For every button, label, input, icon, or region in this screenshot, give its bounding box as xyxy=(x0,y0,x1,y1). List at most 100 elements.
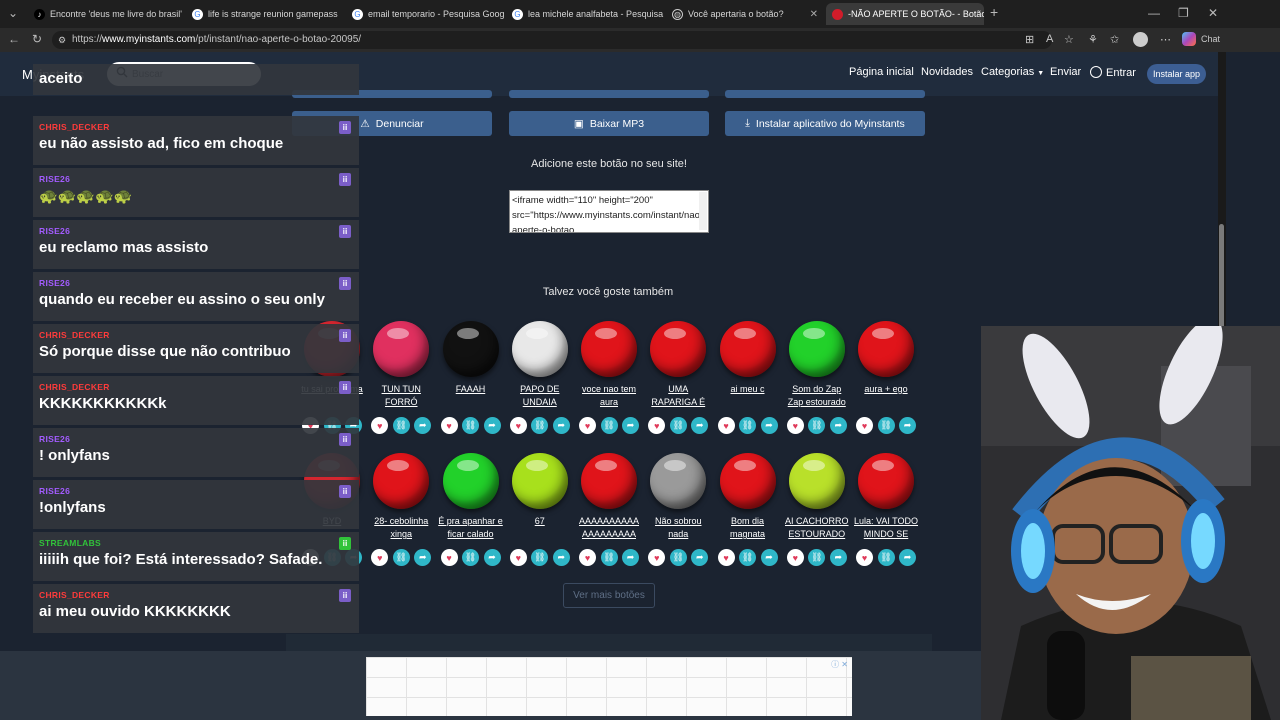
instant-label-link[interactable]: Som do Zap Zap estourado xyxy=(784,383,850,409)
share-icon[interactable]: ➦ xyxy=(414,417,432,434)
nav-login[interactable]: Entrar xyxy=(1090,66,1136,79)
more-buttons-button[interactable]: Ver mais botões xyxy=(563,583,655,608)
instant-sound-button[interactable] xyxy=(858,321,914,377)
instant-sound-button[interactable] xyxy=(581,453,637,509)
instant-sound-button[interactable] xyxy=(719,453,776,509)
share-icon[interactable]: ➦ xyxy=(899,549,916,566)
instant-label-link[interactable]: É pra apanhar e ficar calado xyxy=(438,515,504,541)
favorite-heart-icon[interactable]: ♥ xyxy=(717,549,735,566)
instant-sound-button[interactable] xyxy=(442,321,499,377)
favorite-heart-icon[interactable]: ♥ xyxy=(371,417,389,434)
instant-label-link[interactable]: TUN TUN FORRÓ xyxy=(368,383,434,409)
copy-link-icon[interactable]: ⛓ xyxy=(462,417,479,434)
favorite-heart-icon[interactable]: ♥ xyxy=(509,417,527,434)
copy-link-icon[interactable]: ⛓ xyxy=(877,549,895,566)
share-icon[interactable]: ➦ xyxy=(899,417,916,434)
profile-avatar[interactable] xyxy=(1133,32,1148,47)
share-icon[interactable]: ➦ xyxy=(829,549,847,566)
favorite-heart-icon[interactable]: ♥ xyxy=(717,417,735,434)
close-icon[interactable]: ✕ xyxy=(663,9,664,20)
copy-link-icon[interactable]: ⛓ xyxy=(462,549,479,566)
instant-label-link[interactable]: aura + ego xyxy=(853,383,919,396)
instant-sound-button[interactable] xyxy=(788,321,845,377)
read-aloud-icon[interactable]: A xyxy=(1046,33,1053,45)
favorite-heart-icon[interactable]: ♥ xyxy=(440,549,458,566)
share-icon[interactable]: ➦ xyxy=(483,549,501,566)
share-icon[interactable]: ➦ xyxy=(691,417,709,434)
textarea-scrollbar[interactable] xyxy=(699,192,707,230)
nav-new[interactable]: Novidades xyxy=(921,66,973,78)
ad-info-icon[interactable]: ⓘ ✕ xyxy=(831,659,848,670)
nav-submit[interactable]: Enviar xyxy=(1050,66,1081,78)
instant-label-link[interactable]: 67 xyxy=(507,515,573,528)
favorite-heart-icon[interactable]: ♥ xyxy=(648,549,666,566)
copy-link-icon[interactable]: ⛓ xyxy=(600,549,618,566)
browser-tab-active[interactable]: -NÃO APERTE O BOTÃO- - Botão d ✕ xyxy=(826,3,984,25)
download-mp3-button[interactable]: ▣ Baixar MP3 xyxy=(509,111,709,136)
browser-tab[interactable]: G lea michele analfabeta - Pesquisa ✕ xyxy=(506,3,664,25)
share-icon[interactable]: ➦ xyxy=(552,417,570,434)
app-available-icon[interactable]: ⊞ xyxy=(1025,33,1034,46)
copy-link-icon[interactable]: ⛓ xyxy=(531,549,549,566)
browser-tab[interactable]: G email temporario - Pesquisa Goog ✕ xyxy=(346,3,504,25)
copy-link-icon[interactable]: ⛓ xyxy=(392,417,410,434)
close-icon[interactable]: ✕ xyxy=(182,9,183,20)
favorite-heart-icon[interactable]: ♥ xyxy=(856,417,873,434)
back-icon[interactable]: ← xyxy=(8,32,20,46)
new-tab-icon[interactable]: + xyxy=(990,4,998,20)
instant-sound-button[interactable] xyxy=(442,453,499,509)
copy-link-icon[interactable]: ⛓ xyxy=(739,417,756,434)
minimize-icon[interactable]: — xyxy=(1148,6,1160,20)
share-icon[interactable]: ➦ xyxy=(414,549,432,566)
favorites-icon[interactable]: ✩ xyxy=(1110,33,1119,46)
instant-sound-button[interactable] xyxy=(373,321,430,377)
copilot-icon[interactable] xyxy=(1182,32,1196,46)
copy-link-icon[interactable]: ⛓ xyxy=(600,417,618,434)
instant-sound-button[interactable] xyxy=(858,453,914,509)
instant-label-link[interactable]: FAAAH xyxy=(438,383,504,396)
favorite-heart-icon[interactable]: ♥ xyxy=(579,549,596,566)
copy-link-icon[interactable]: ⛓ xyxy=(808,549,826,566)
favorite-heart-icon[interactable]: ♥ xyxy=(856,549,873,566)
favorite-heart-icon[interactable]: ♥ xyxy=(579,417,596,434)
browser-tab[interactable]: ♪ Encontre 'deus me livre do brasil' ✕ xyxy=(28,3,183,25)
embed-code-textarea[interactable]: <iframe width="110" height="200" src="ht… xyxy=(509,190,709,233)
favorite-heart-icon[interactable]: ♥ xyxy=(440,417,458,434)
instant-label-link[interactable]: voce nao tem aura xyxy=(576,383,642,409)
nav-home[interactable]: Página inicial xyxy=(849,66,914,78)
favorite-heart-icon[interactable]: ♥ xyxy=(786,549,804,566)
instant-label-link[interactable]: Não sobrou nada xyxy=(645,515,711,541)
copy-link-icon[interactable]: ⛓ xyxy=(531,417,549,434)
instant-sound-button[interactable] xyxy=(373,453,430,509)
close-window-icon[interactable]: ✕ xyxy=(1208,6,1218,20)
share-icon[interactable]: ➦ xyxy=(622,417,639,434)
share-icon[interactable]: ➦ xyxy=(691,549,709,566)
instant-label-link[interactable]: AI CACHORRO ESTOURADO xyxy=(784,515,850,541)
install-app-button[interactable]: Instalar app xyxy=(1147,64,1206,84)
favorite-heart-icon[interactable]: ♥ xyxy=(371,549,389,566)
copy-link-icon[interactable]: ⛓ xyxy=(877,417,895,434)
instant-sound-button[interactable] xyxy=(650,321,707,377)
instant-sound-button[interactable] xyxy=(511,321,568,377)
share-icon[interactable]: ➦ xyxy=(622,549,639,566)
copy-link-icon[interactable]: ⛓ xyxy=(808,417,826,434)
favorite-heart-icon[interactable]: ♥ xyxy=(509,549,527,566)
extensions-icon[interactable]: ⚘ xyxy=(1088,33,1098,46)
instant-label-link[interactable]: AAAAAAAAAA AAAAAAAAA xyxy=(576,515,642,541)
copy-link-icon[interactable]: ⛓ xyxy=(669,549,687,566)
more-menu-icon[interactable]: ⋯ xyxy=(1160,33,1171,46)
copy-link-icon[interactable]: ⛓ xyxy=(669,417,687,434)
nav-categories[interactable]: Categorias ▼ xyxy=(981,66,1044,78)
site-info-icon[interactable]: ⚙ xyxy=(58,31,66,49)
close-icon[interactable]: ✕ xyxy=(338,9,343,20)
copy-link-icon[interactable]: ⛓ xyxy=(392,549,410,566)
instant-sound-button[interactable] xyxy=(581,321,637,377)
instant-sound-button[interactable] xyxy=(719,321,776,377)
tab-list-icon[interactable]: ⌄ xyxy=(8,6,18,20)
instant-label-link[interactable]: UMA RAPARIGA É xyxy=(645,383,711,409)
favorite-heart-icon[interactable]: ♥ xyxy=(648,417,666,434)
share-icon[interactable]: ➦ xyxy=(552,549,570,566)
instant-label-link[interactable]: Lula: VAI TODO MINDO SE xyxy=(853,515,919,541)
favorite-star-icon[interactable]: ☆ xyxy=(1064,33,1074,46)
chat-label[interactable]: Chat xyxy=(1201,34,1220,44)
